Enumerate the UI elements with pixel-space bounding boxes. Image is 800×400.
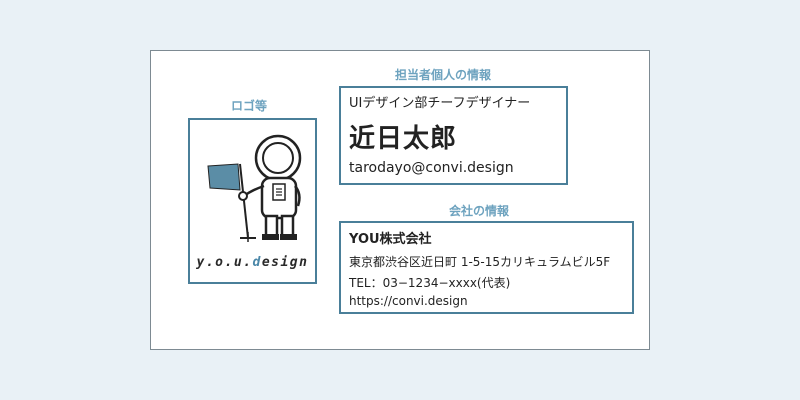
logo-text-suffix: esign	[261, 255, 309, 270]
company-section-label: 会社の情報	[449, 204, 510, 218]
email-text: tarodayo@convi.design	[349, 160, 514, 176]
logo-text-prefix: y.o.u.	[196, 255, 253, 270]
logo-box: y.o.u.design	[188, 118, 317, 284]
logo-section-label: ロゴ等	[231, 99, 268, 113]
personal-section-label: 担当者個人の情報	[395, 68, 492, 82]
company-url: https://convi.design	[349, 294, 468, 308]
company-name: YOU株式会社	[349, 232, 432, 247]
astronaut-with-flag-icon	[207, 134, 302, 242]
company-info-box: YOU株式会社 東京都渋谷区近日町 1-5-15カリキュラムビル5F TEL：0…	[339, 221, 634, 314]
logo-text-accent: d	[252, 255, 262, 270]
person-name: 近日太郎	[349, 124, 458, 154]
logo-wordmark: y.o.u.design	[190, 255, 315, 270]
company-tel: TEL：03−1234−xxxx(代表)	[349, 276, 511, 290]
personal-info-box: UIデザイン部チーフデザイナー 近日太郎 tarodayo@convi.desi…	[339, 86, 568, 185]
company-address: 東京都渋谷区近日町 1-5-15カリキュラムビル5F	[349, 255, 611, 269]
job-title: UIデザイン部チーフデザイナー	[349, 96, 531, 111]
business-card: ロゴ等 担当者個人の情報 会社の情報 y.o.u.design UIデザイン部チ…	[150, 50, 650, 350]
